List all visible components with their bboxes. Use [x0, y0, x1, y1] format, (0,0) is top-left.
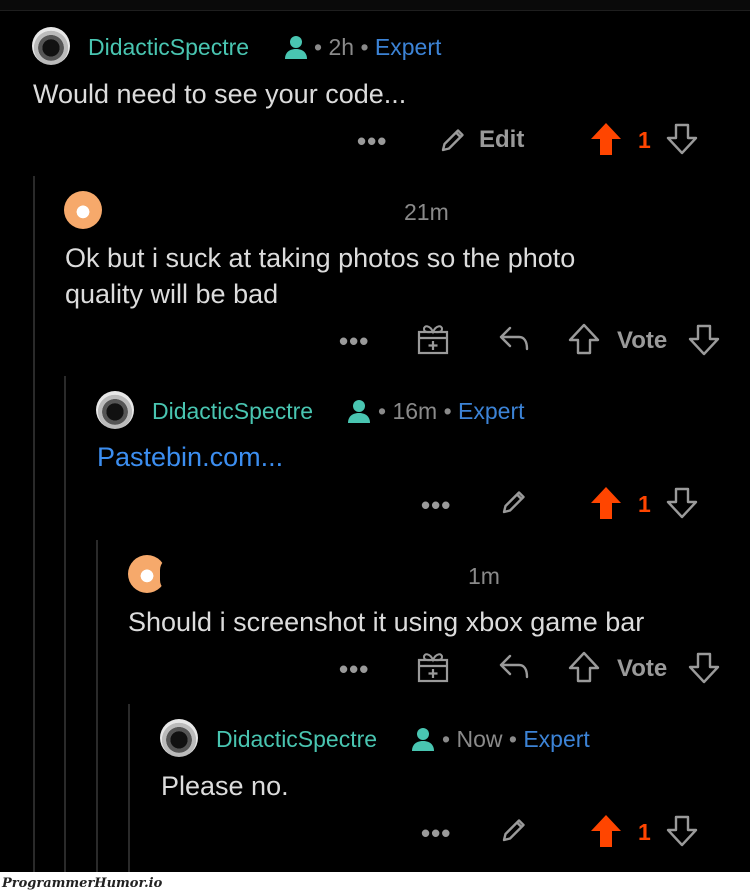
more-icon[interactable]: •••	[339, 654, 369, 685]
vote-count: 1	[638, 491, 651, 517]
separator: •	[314, 34, 323, 60]
more-icon[interactable]: •••	[357, 126, 387, 157]
upvote-icon[interactable]	[589, 485, 623, 521]
comment-body-line: Ok but i suck at taking photos so the ph…	[65, 243, 576, 273]
redacted-username	[110, 196, 406, 228]
upvote-icon[interactable]	[568, 322, 600, 356]
thread-line[interactable]	[96, 540, 98, 872]
comment-body: Ok but i suck at taking photos so the ph…	[65, 240, 575, 312]
award-icon[interactable]	[416, 650, 450, 684]
avatar[interactable]	[96, 391, 134, 429]
avatar[interactable]	[64, 191, 102, 229]
author-name[interactable]: DidacticSpectre	[216, 726, 377, 753]
comment-meta: • 16m • Expert	[378, 398, 525, 425]
comment-body: Would need to see your code...	[33, 79, 407, 109]
downvote-icon[interactable]	[688, 651, 720, 685]
award-icon[interactable]	[416, 322, 450, 356]
avatar[interactable]	[160, 719, 198, 757]
thread-line[interactable]	[33, 176, 35, 872]
downvote-icon[interactable]	[666, 814, 698, 848]
reply-icon[interactable]	[498, 324, 530, 354]
upvote-icon[interactable]	[568, 650, 600, 684]
flair-badge: Expert	[458, 398, 525, 424]
reply-icon[interactable]	[498, 652, 530, 682]
separator: •	[360, 34, 369, 60]
redacted-username	[160, 558, 478, 592]
separator: •	[443, 398, 452, 424]
vote-label: Vote	[617, 655, 668, 682]
downvote-icon[interactable]	[666, 122, 698, 156]
vote-count: 1	[638, 819, 651, 845]
person-icon	[412, 728, 434, 751]
person-icon	[348, 400, 370, 423]
upvote-icon[interactable]	[589, 121, 623, 157]
watermark: ProgrammerHumor.io	[0, 872, 750, 895]
pencil-icon	[441, 129, 464, 152]
timestamp: 2h	[328, 34, 355, 60]
flair-badge: Expert	[523, 726, 590, 752]
timestamp: Now	[456, 726, 503, 752]
comment-meta: • Now • Expert	[442, 726, 590, 753]
pastebin-link[interactable]: Pastebin.com...	[97, 442, 283, 473]
separator: •	[378, 398, 387, 424]
comment-body: Please no.	[161, 771, 289, 801]
thread-line[interactable]	[64, 376, 66, 872]
separator: •	[442, 726, 451, 752]
timestamp: 16m	[392, 398, 438, 424]
separator: •	[508, 726, 517, 752]
author-name[interactable]: DidacticSpectre	[152, 398, 313, 425]
thread-line[interactable]	[128, 704, 130, 872]
more-icon[interactable]: •••	[339, 326, 369, 357]
edit-label: Edit	[479, 126, 525, 153]
more-icon[interactable]: •••	[421, 490, 451, 521]
timestamp: 1m	[468, 563, 500, 589]
flair-badge: Expert	[374, 34, 442, 60]
top-bar	[0, 0, 750, 11]
timestamp: 21m	[404, 199, 449, 225]
downvote-icon[interactable]	[688, 323, 720, 357]
person-icon	[285, 36, 307, 59]
downvote-icon[interactable]	[666, 486, 698, 520]
comment-meta: • 2h • Expert	[314, 34, 441, 61]
upvote-icon[interactable]	[589, 813, 623, 849]
comment-body-line: quality will be bad	[65, 279, 279, 309]
more-icon[interactable]: •••	[421, 818, 451, 849]
comment-body: Should i screenshot it using xbox game b…	[128, 607, 645, 637]
watermark-text: ProgrammerHumor.io	[2, 876, 163, 891]
vote-count: 1	[638, 127, 651, 153]
pencil-icon[interactable]	[498, 814, 530, 846]
author-name[interactable]: DidacticSpectre	[88, 34, 249, 61]
vote-label: Vote	[617, 327, 668, 354]
avatar[interactable]	[32, 27, 70, 65]
edit-button[interactable]: Edit	[437, 122, 537, 158]
pencil-icon[interactable]	[498, 486, 530, 518]
